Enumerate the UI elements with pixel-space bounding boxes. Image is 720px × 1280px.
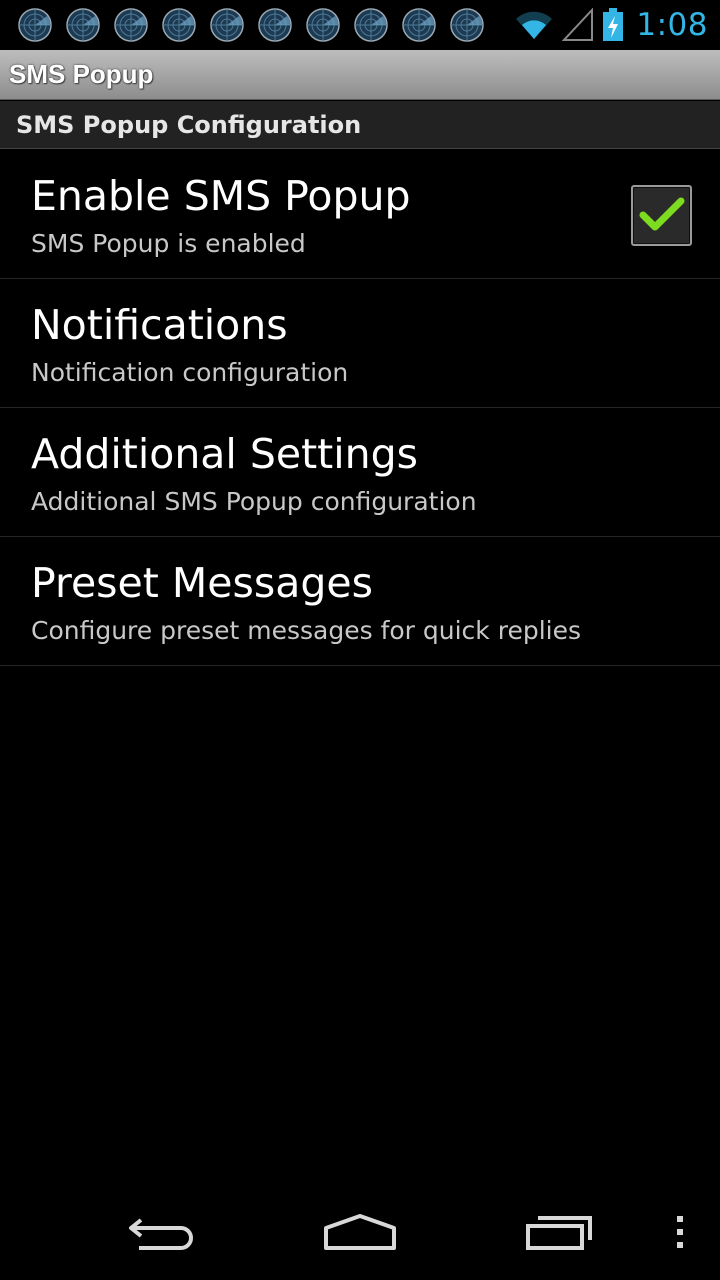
- pref-summary: SMS Popup is enabled: [31, 229, 306, 258]
- radar-icon: [258, 8, 292, 42]
- home-button[interactable]: [310, 1204, 410, 1260]
- overflow-menu-icon: [677, 1216, 683, 1248]
- pref-enable-sms-popup[interactable]: Enable SMS Popup SMS Popup is enabled: [0, 150, 720, 279]
- pref-additional-settings[interactable]: Additional Settings Additional SMS Popup…: [0, 408, 720, 537]
- notification-icons: [0, 8, 484, 42]
- signal-icon: [562, 8, 594, 41]
- enable-checkbox[interactable]: [631, 185, 692, 246]
- overflow-menu-button[interactable]: [660, 1204, 700, 1260]
- battery-icon: [603, 8, 624, 41]
- preference-list: Enable SMS Popup SMS Popup is enabled No…: [0, 150, 720, 666]
- home-icon: [324, 1214, 396, 1250]
- navigation-bar: [0, 1184, 720, 1280]
- back-button[interactable]: [110, 1204, 210, 1260]
- recent-apps-icon: [526, 1216, 592, 1250]
- category-title: SMS Popup Configuration: [16, 110, 362, 139]
- pref-summary: Additional SMS Popup configuration: [31, 487, 477, 516]
- radar-icon: [210, 8, 244, 42]
- radar-icon: [402, 8, 436, 42]
- radar-icon: [162, 8, 196, 42]
- radar-icon: [450, 8, 484, 42]
- radar-icon: [354, 8, 388, 42]
- pref-summary: Notification configuration: [31, 358, 349, 387]
- status-bar: 1:08: [0, 0, 720, 50]
- radar-icon: [66, 8, 100, 42]
- pref-title: Preset Messages: [31, 559, 373, 607]
- recent-apps-button[interactable]: [510, 1204, 610, 1260]
- pref-title: Additional Settings: [31, 430, 419, 478]
- pref-preset-messages[interactable]: Preset Messages Configure preset message…: [0, 537, 720, 666]
- pref-title: Notifications: [31, 301, 288, 349]
- checkmark-icon: [639, 197, 685, 231]
- radar-icon: [114, 8, 148, 42]
- clock: 1:08: [636, 7, 708, 43]
- category-header: SMS Popup Configuration: [0, 101, 720, 149]
- app-title: SMS Popup: [9, 59, 154, 89]
- pref-notifications[interactable]: Notifications Notification configuration: [0, 279, 720, 408]
- status-indicators: 1:08: [514, 0, 708, 50]
- screen: 1:08 SMS Popup SMS Popup Configuration E…: [0, 0, 720, 1280]
- title-bar: SMS Popup: [0, 50, 720, 100]
- pref-title: Enable SMS Popup: [31, 172, 411, 220]
- pref-summary: Configure preset messages for quick repl…: [31, 616, 581, 645]
- radar-icon: [306, 8, 340, 42]
- wifi-icon: [516, 11, 553, 39]
- radar-icon: [18, 8, 52, 42]
- back-icon: [129, 1218, 193, 1250]
